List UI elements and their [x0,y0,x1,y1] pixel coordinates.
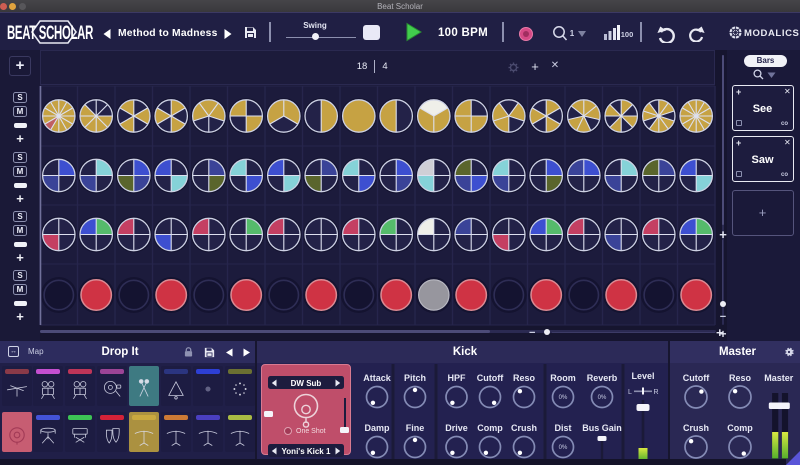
svg-text:Attack: Attack [363,373,392,383]
svg-text:Drive: Drive [445,423,468,433]
svg-text:0%: 0% [559,445,568,451]
svg-text:Comp: Comp [727,423,753,433]
svg-text:Crush: Crush [683,423,709,433]
svg-text:Cutoff: Cutoff [683,373,710,383]
svg-text:Pitch: Pitch [404,373,426,383]
svg-text:Level: Level [631,371,654,381]
svg-text:Crush: Crush [511,423,537,433]
svg-text:Dist: Dist [554,423,571,433]
svg-text:Bus Gain: Bus Gain [582,423,622,433]
svg-text:L: L [628,389,632,396]
svg-text:0%: 0% [598,395,607,401]
svg-text:Fine: Fine [406,423,425,433]
svg-text:0%: 0% [559,395,568,401]
svg-text:Room: Room [550,373,576,383]
svg-text:Cutoff: Cutoff [477,373,504,383]
svg-text:Damp: Damp [364,423,390,433]
svg-text:R: R [653,389,658,396]
svg-text:Reso: Reso [513,373,536,383]
svg-text:Master: Master [764,373,794,383]
svg-text:Comp: Comp [477,423,503,433]
svg-text:Reverb: Reverb [587,373,618,383]
svg-text:Reso: Reso [729,373,752,383]
svg-text:HPF: HPF [448,373,467,383]
